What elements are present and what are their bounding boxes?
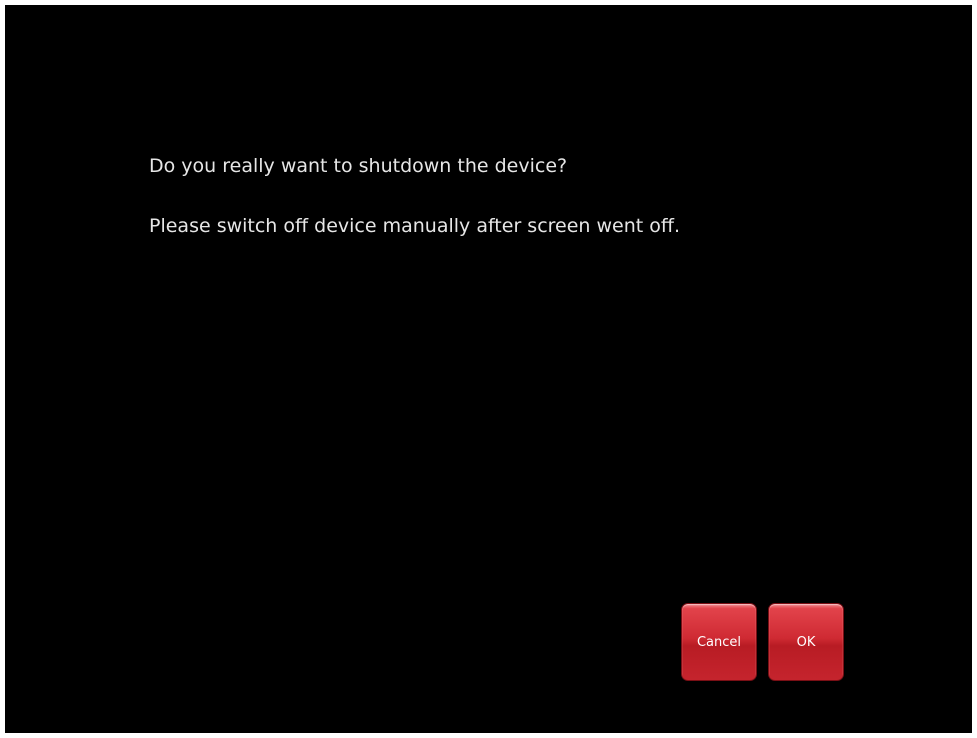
ok-button[interactable]: OK — [768, 603, 844, 681]
cancel-button[interactable]: Cancel — [681, 603, 757, 681]
dialog-note: Please switch off device manually after … — [149, 215, 681, 237]
shutdown-dialog: Do you really want to shutdown the devic… — [5, 5, 972, 733]
dialog-question: Do you really want to shutdown the devic… — [149, 155, 568, 177]
